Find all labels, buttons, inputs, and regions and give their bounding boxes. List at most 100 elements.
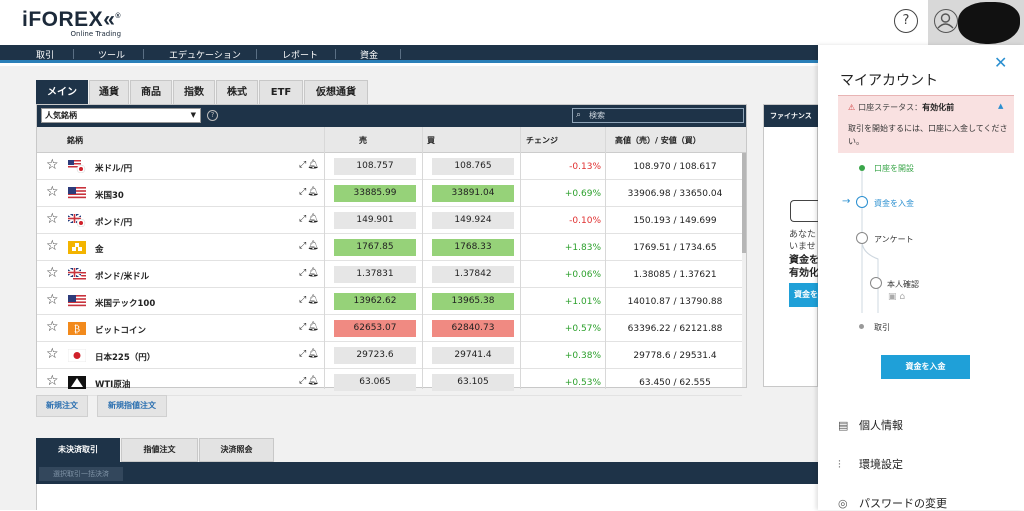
bell-icon[interactable]: 🔔︎: [307, 187, 319, 197]
user-icon[interactable]: [934, 9, 958, 33]
account-status-box[interactable]: ⚠ 口座ステータス：有効化前 ▲ 取引を開始するには、口座に入金してください。: [838, 95, 1014, 153]
bell-icon[interactable]: 🔔︎: [307, 160, 319, 170]
nav-divider: [335, 49, 336, 59]
buy-price[interactable]: 108.765: [432, 158, 514, 175]
sell-price[interactable]: 13962.62: [334, 293, 416, 310]
star-icon[interactable]: ☆: [46, 157, 59, 173]
expand-icon[interactable]: ⤢: [299, 214, 307, 224]
bell-icon[interactable]: 🔔︎: [307, 349, 319, 359]
expand-icon[interactable]: ⤢: [299, 160, 307, 170]
nav-reports[interactable]: レポート: [282, 48, 318, 61]
menu-change-password[interactable]: ◎ パスワードの変更: [838, 495, 947, 511]
sell-price[interactable]: 149.901: [334, 212, 416, 229]
table-row[interactable]: ☆ 米国テック100 ⤢🔔︎ 13962.62 13965.38 +1.01% 14010.…: [37, 288, 742, 315]
table-row[interactable]: ☆ 日本225（円） ⤢🔔︎ 29723.6 29741.4 +0.38% 29778.6 …: [37, 342, 742, 369]
nav-funds[interactable]: 資金: [360, 48, 378, 61]
tab-main[interactable]: メイン: [36, 80, 88, 104]
chevron-up-icon[interactable]: ▲: [998, 102, 1003, 110]
expand-icon[interactable]: ⤢: [299, 241, 307, 251]
high-low-value: 29778.6 / 29531.4: [633, 351, 717, 361]
star-icon[interactable]: ☆: [46, 265, 59, 281]
bell-icon[interactable]: 🔔︎: [307, 214, 319, 224]
step-trade: 取引: [874, 323, 890, 332]
col-divider: [324, 127, 325, 389]
sell-price[interactable]: 1767.85: [334, 239, 416, 256]
sliders-icon: ⫶: [838, 458, 841, 471]
tab-currency[interactable]: 通貨: [89, 80, 129, 104]
tab-etf[interactable]: ETF: [259, 80, 303, 104]
new-order-button[interactable]: 新規注文: [36, 395, 88, 417]
sell-price[interactable]: 62653.07: [334, 320, 416, 337]
sell-price[interactable]: 108.757: [334, 158, 416, 175]
buy-price[interactable]: 1.37842: [432, 266, 514, 283]
scrollbar-thumb[interactable]: [742, 153, 746, 253]
tab-crypto[interactable]: 仮想通貨: [304, 80, 368, 104]
buy-price[interactable]: 13965.38: [432, 293, 514, 310]
star-icon[interactable]: ☆: [46, 184, 59, 200]
tab-commodities[interactable]: 商品: [130, 80, 172, 104]
bell-icon[interactable]: 🔔︎: [307, 268, 319, 278]
sell-price[interactable]: 29723.6: [334, 347, 416, 364]
close-selected-button[interactable]: 選択取引一括決済: [39, 467, 123, 481]
buy-price[interactable]: 149.924: [432, 212, 514, 229]
tab-open-positions[interactable]: 未決済取引: [36, 438, 120, 462]
buy-price[interactable]: 62840.73: [432, 320, 514, 337]
tab-indices[interactable]: 指数: [173, 80, 215, 104]
user-menu[interactable]: [928, 0, 1024, 45]
expand-icon[interactable]: ⤢: [299, 187, 307, 197]
expand-icon[interactable]: ⤢: [299, 322, 307, 332]
table-row[interactable]: ☆ 米国30 ⤢🔔︎ 33885.99 33891.04 +0.69% 33906.98 /…: [37, 180, 742, 207]
step-deposit[interactable]: 資金を入金: [874, 198, 914, 209]
star-icon[interactable]: ☆: [46, 292, 59, 308]
table-row[interactable]: ☆ WTI原油 ⤢🔔︎ 63.065 63.105 +0.53% 63.450 / 62.5…: [37, 369, 742, 396]
nav-education[interactable]: エデュケーション: [169, 48, 241, 61]
table-row[interactable]: ☆ ポンド/米ドル ⤢🔔︎ 1.37831 1.37842 +0.06% 1.38085 /…: [37, 261, 742, 288]
bell-icon[interactable]: 🔔︎: [307, 322, 319, 332]
bell-icon[interactable]: 🔔︎: [307, 376, 319, 386]
table-scrollbar[interactable]: [742, 153, 746, 387]
search-input[interactable]: ⌕ 検索: [572, 108, 744, 123]
sell-price[interactable]: 63.065: [334, 374, 416, 391]
buy-price[interactable]: 63.105: [432, 374, 514, 391]
buy-price[interactable]: 29741.4: [432, 347, 514, 364]
positions-body: [36, 484, 818, 510]
buy-price[interactable]: 1768.33: [432, 239, 514, 256]
star-icon[interactable]: ☆: [46, 211, 59, 227]
table-row[interactable]: ☆ ポンド/円 ⤢🔔︎ 149.901 149.924 -0.10% 150.193 / 1…: [37, 207, 742, 234]
sell-price[interactable]: 33885.99: [334, 185, 416, 202]
nav-tools[interactable]: ツール: [98, 48, 125, 61]
table-row[interactable]: ☆ ₿ ビットコイン ⤢🔔︎ 62653.07 62840.73 +0.57% 63396.2…: [37, 315, 742, 342]
tab-stocks[interactable]: 株式: [216, 80, 258, 104]
tab-closed-positions[interactable]: 決済照会: [199, 438, 274, 462]
expand-icon[interactable]: ⤢: [299, 295, 307, 305]
step-verification[interactable]: 本人確認: [887, 279, 919, 290]
menu-settings[interactable]: ⫶ 環境設定: [838, 456, 903, 472]
tab-limit-orders[interactable]: 指値注文: [121, 438, 198, 462]
bell-icon[interactable]: 🔔︎: [307, 295, 319, 305]
star-icon[interactable]: ☆: [46, 238, 59, 254]
iforex-logo[interactable]: iFOREX«® Online Trading: [22, 6, 121, 39]
table-row[interactable]: ☆ 金 ⤢🔔︎ 1767.85 1768.33 +1.83% 1769.51 / 1734.…: [37, 234, 742, 261]
nav-trading[interactable]: 取引: [36, 48, 54, 61]
new-limit-order-button[interactable]: 新規指値注文: [97, 395, 167, 417]
instrument-name: 米国30: [95, 191, 124, 201]
close-icon[interactable]: ✕: [994, 53, 1007, 72]
star-icon[interactable]: ☆: [46, 373, 59, 389]
table-row[interactable]: ☆ 米ドル/円 ⤢🔔︎ 108.757 108.765 -0.13% 108.970 / 1…: [37, 153, 742, 180]
expand-icon[interactable]: ⤢: [299, 376, 307, 386]
info-icon[interactable]: ?: [207, 110, 218, 121]
menu-personal-info[interactable]: ▤ 個人情報: [838, 417, 903, 433]
change-value: +0.53%: [564, 378, 601, 388]
star-icon[interactable]: ☆: [46, 319, 59, 335]
buy-price[interactable]: 33891.04: [432, 185, 514, 202]
sell-price[interactable]: 1.37831: [334, 266, 416, 283]
expand-icon[interactable]: ⤢: [299, 268, 307, 278]
bell-icon[interactable]: 🔔︎: [307, 241, 319, 251]
star-icon[interactable]: ☆: [46, 346, 59, 362]
watchlist-select[interactable]: 人気銘柄 ▼: [41, 108, 201, 123]
help-icon[interactable]: ?: [894, 9, 918, 33]
expand-icon[interactable]: ⤢: [299, 349, 307, 359]
finance-deposit-button[interactable]: 資金を: [789, 283, 819, 307]
deposit-button[interactable]: 資金を入金: [881, 355, 970, 379]
step-survey[interactable]: アンケート: [874, 234, 914, 245]
